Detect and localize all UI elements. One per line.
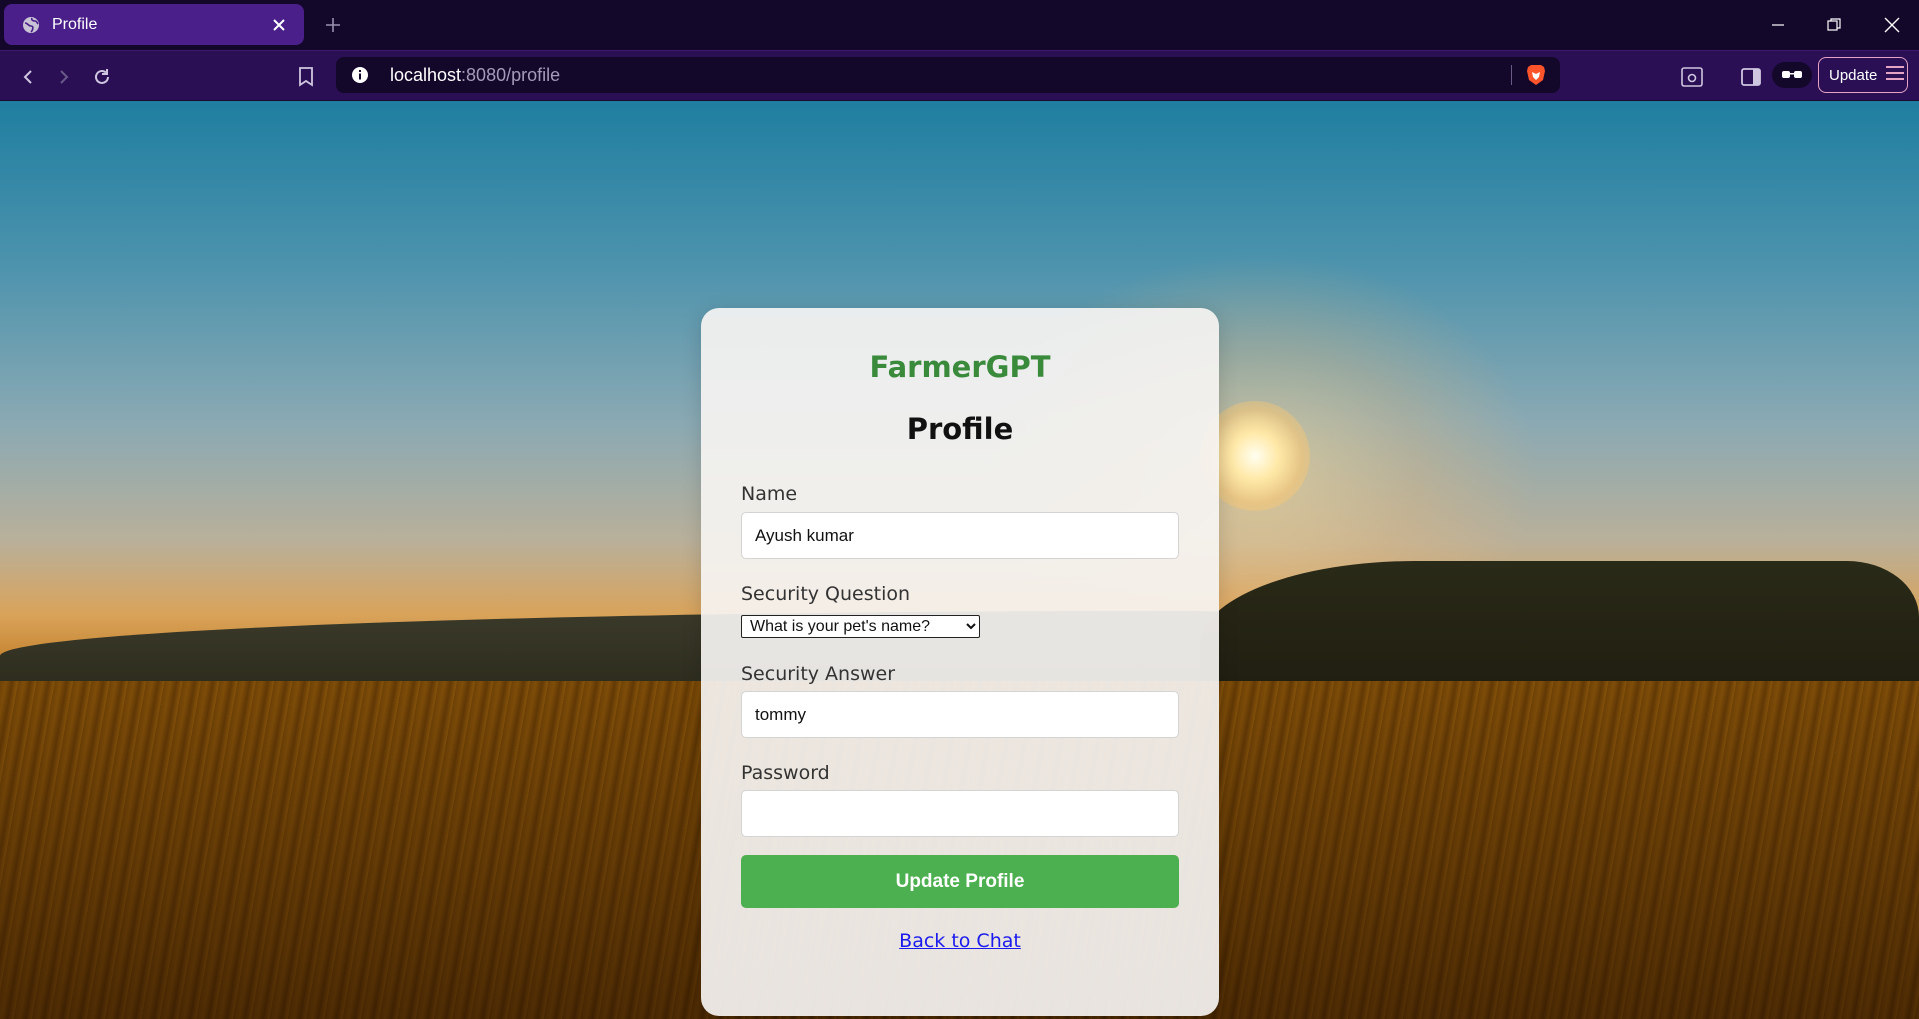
- brave-lion-icon[interactable]: [1524, 63, 1548, 87]
- url-separator: [1511, 65, 1512, 85]
- globe-icon: [22, 16, 40, 34]
- back-arrow-icon[interactable]: [14, 63, 42, 91]
- info-icon[interactable]: [350, 65, 370, 85]
- sidebar-icon[interactable]: [1737, 63, 1765, 91]
- password-label: Password: [741, 762, 830, 784]
- glasses-icon[interactable]: [1772, 62, 1812, 88]
- browser-title-bar: Profile: [0, 0, 1919, 50]
- security-question-label: Security Question: [741, 583, 911, 605]
- menu-icon: [1885, 65, 1905, 85]
- page-background: FarmerGPT Profile Name Security Question…: [0, 101, 1919, 1019]
- address-bar[interactable]: localhost:8080/profile: [336, 57, 1560, 93]
- url-host: localhost: [390, 64, 462, 85]
- page-title: Profile: [906, 412, 1014, 446]
- profile-card: FarmerGPT Profile Name Security Question…: [701, 308, 1219, 1016]
- security-answer-field[interactable]: [741, 691, 1179, 738]
- close-window-icon[interactable]: [1870, 8, 1914, 42]
- minimize-icon[interactable]: [1756, 8, 1800, 42]
- treeline: [1200, 561, 1919, 701]
- security-question-select[interactable]: What is your pet's name?: [741, 615, 980, 638]
- brand-title: FarmerGPT: [869, 350, 1051, 384]
- back-link-container: Back to Chat: [701, 930, 1219, 952]
- restore-icon[interactable]: [1812, 8, 1856, 42]
- tab-title: Profile: [52, 15, 98, 33]
- update-profile-button[interactable]: Update Profile: [741, 855, 1179, 908]
- tab-profile[interactable]: Profile: [4, 4, 304, 45]
- screenshot-icon[interactable]: [1678, 63, 1706, 91]
- plus-icon[interactable]: [320, 12, 346, 38]
- update-button[interactable]: Update: [1818, 57, 1908, 93]
- back-to-chat-link[interactable]: Back to Chat: [899, 930, 1021, 952]
- bookmark-icon[interactable]: [292, 63, 320, 91]
- url-path: :8080/profile: [461, 64, 561, 85]
- reload-icon[interactable]: [88, 63, 116, 91]
- password-field[interactable]: [741, 790, 1179, 837]
- name-label: Name: [741, 483, 798, 505]
- update-label: Update: [1829, 66, 1878, 84]
- close-icon[interactable]: [268, 14, 290, 36]
- security-answer-label: Security Answer: [741, 663, 896, 685]
- forward-arrow-icon[interactable]: [50, 63, 78, 91]
- name-field[interactable]: [741, 512, 1179, 559]
